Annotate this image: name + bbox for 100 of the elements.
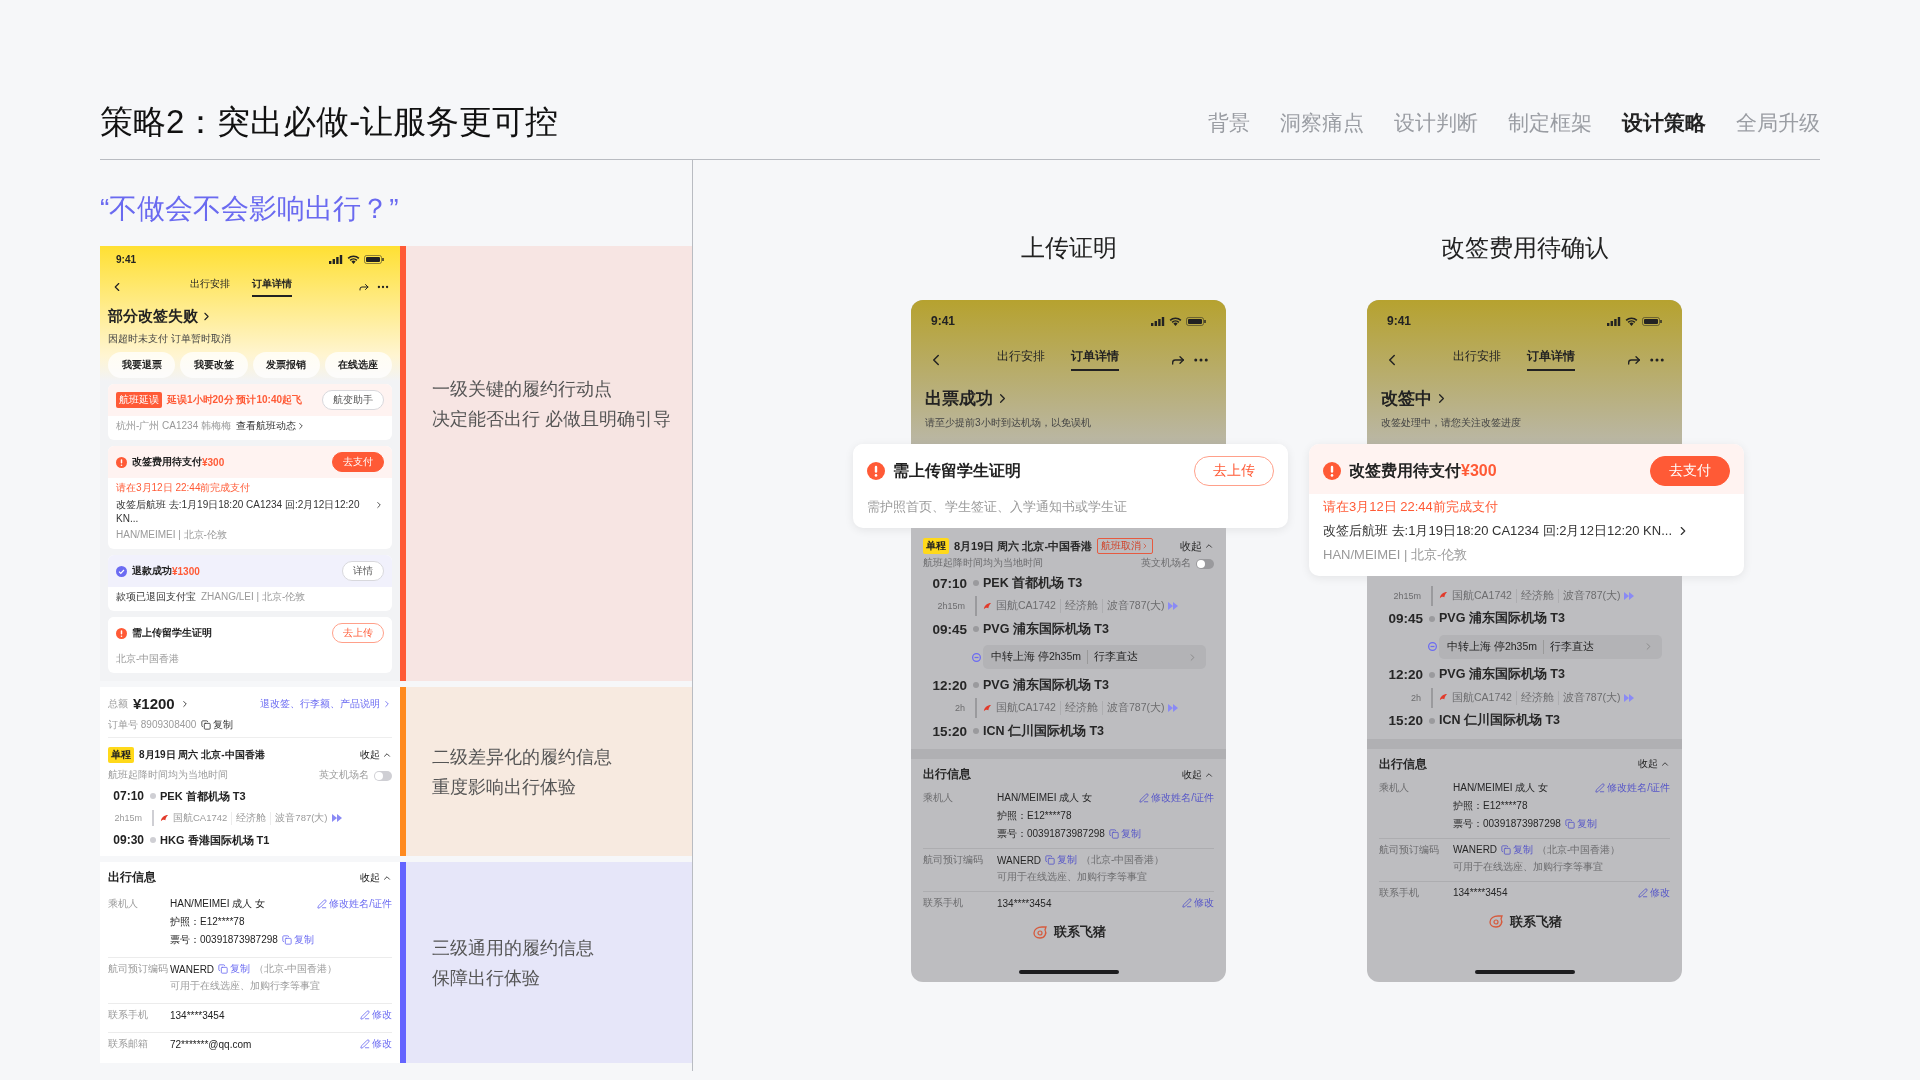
policy-link[interactable]: 退改签、行李额、产品说明 [260,696,392,711]
nav-link[interactable]: 设计策略 [1622,108,1706,137]
timeline-dot [1429,671,1435,678]
collapse-button[interactable]: 收起 [360,748,392,762]
field-value: 134****3454 [1453,887,1508,899]
airline-logo-icon [1439,591,1448,601]
order-status-title: 改签中 [1381,388,1432,410]
field-label: 乘机人 [923,791,954,805]
timeline-dot [150,793,156,799]
status-time: 9:41 [931,314,956,328]
double-play-icon[interactable] [331,814,343,822]
nav-tab[interactable]: 订单详情 [1526,348,1575,371]
transfer-bar[interactable]: 中转上海 停2h35m 行李直达 [983,645,1206,669]
field-label: 乘机人 [1379,780,1410,795]
collapse-button[interactable]: 收起 [1180,538,1214,554]
local-time-note: 航班起降时间均为当地时间 [108,769,228,782]
departure-time: 07:10 [931,575,968,591]
transfer-bar[interactable]: 中转上海 停2h35m 行李直达 [1439,634,1662,659]
refund-detail-text: 款项已退回支付宝 [116,590,196,604]
flight-duration: 2h15m [936,601,966,611]
copy-icon [1108,829,1119,839]
flight-duration: 2h15m [1392,590,1422,601]
flight-status-link[interactable]: 查看航班动态 [236,419,307,433]
departure-time: 09:45 [931,621,968,637]
section-title: 出行信息 [108,870,156,885]
contact-icon [1487,915,1504,930]
departure-time: 09:45 [1387,611,1424,627]
field-value: 护照：E12****78 [170,915,245,929]
trip-type-tag: 单程 [923,538,949,554]
copy-icon [1045,855,1056,865]
departure-time: 12:20 [931,677,968,693]
airport-name-switch[interactable] [1196,558,1214,569]
field-value: 票号：00391873987298 [997,827,1105,841]
level-description: 三级通用的履约信息 保障出行体验 [432,936,594,990]
pencil-icon [360,1010,370,1020]
field-label: 乘机人 [108,897,139,911]
collapse-button[interactable]: 收起 [1182,767,1214,782]
edit-button[interactable]: 修改 [360,1037,392,1051]
flight-number: 国航CA1742 [996,701,1056,715]
field-label: 航司预订编码 [1379,842,1440,857]
cabin-class: 经济舱 [1059,599,1098,613]
contact-button[interactable]: 联系飞猪 [1487,913,1562,931]
switch-label: 英文机场名 [319,769,369,782]
edit-button[interactable]: 修改 [360,1008,392,1022]
nav-tab[interactable]: 出行安排 [190,277,230,297]
trip-title: 8月19日 周六 北京-中国香港 [954,538,1093,554]
nav-tab[interactable]: 订单详情 [252,277,292,297]
copy-button[interactable]: 复制 [218,962,251,976]
alert-icon [867,462,885,480]
wifi-icon [347,255,360,264]
edit-button[interactable]: 修改姓名/证件 [317,897,392,911]
card-title: 改签费用待支付 [132,455,202,469]
field-value: HAN/MEIMEI 成人 女 [1453,780,1548,795]
nav-tab[interactable]: 出行安排 [1452,348,1501,371]
status-time: 9:41 [116,254,136,265]
nav-tab[interactable]: 订单详情 [1070,348,1119,371]
amount-text: ¥300 [202,456,225,468]
field-value: WANERD [1453,844,1498,856]
share-icon[interactable] [358,281,370,293]
pencil-icon [1139,793,1150,803]
airline-logo-icon [983,601,992,611]
field-value: HAN/MEIMEI 成人 女 [997,791,1092,805]
action-pill[interactable]: 我要退票 [108,352,176,378]
copy-button[interactable]: 复制 [201,718,234,732]
alert-icon [116,627,127,639]
flight-duration: 2h [1410,692,1422,703]
phone-caption: 改签费用待确认 [1440,233,1609,263]
contact-button[interactable]: 联系飞猪 [1031,924,1106,941]
action-button[interactable]: 航变助手 [322,390,384,410]
timeline-dot [973,682,979,688]
status-time: 9:41 [1387,314,1412,328]
action-pill[interactable]: 我要改签 [180,352,248,378]
departure-time: 15:20 [1387,713,1424,729]
alert-icon [116,456,127,468]
transfer-text: 中转上海 停2h35m [1447,639,1538,654]
cabin-class: 经济舱 [231,811,267,825]
action-pill[interactable]: 发票报销 [252,352,320,378]
copy-button[interactable]: 复制 [281,933,314,947]
field-value: 134****3454 [170,1009,225,1021]
order-status-title: 部分改签失败 [108,307,198,326]
hint-text: 可用于在线选座、加购行李等事宜 [997,871,1148,884]
amount-text: ¥1300 [172,565,200,577]
airline-logo-icon [160,813,169,823]
airline-logo-icon [983,703,992,713]
switch-label: 英文机场名 [1141,557,1191,570]
collapse-button[interactable]: 收起 [1638,757,1670,772]
field-label: 联系邮箱 [108,1037,149,1051]
card-title: 改签费用待支付 [1349,460,1461,481]
contact-icon [1031,925,1048,940]
airport-name: PEK 首都机场 T3 [160,788,247,804]
action-button[interactable]: 详情 [342,561,384,581]
airport-name-switch[interactable] [374,770,392,781]
baggage-text: 行李直达 [1543,639,1595,654]
collapse-button[interactable]: 收起 [360,870,392,885]
card-meta-text: 北京-中国香港 [116,652,181,666]
flight-detail-text: 改签后航班 去:1月19日18:20 CA1234 回:2月12日12:20 KN... [116,498,361,525]
action-pill[interactable]: 在线选座 [324,352,392,378]
nav-tab[interactable]: 出行安排 [996,348,1045,371]
timeline-dot [973,580,979,586]
timeline-dot [1429,615,1435,622]
